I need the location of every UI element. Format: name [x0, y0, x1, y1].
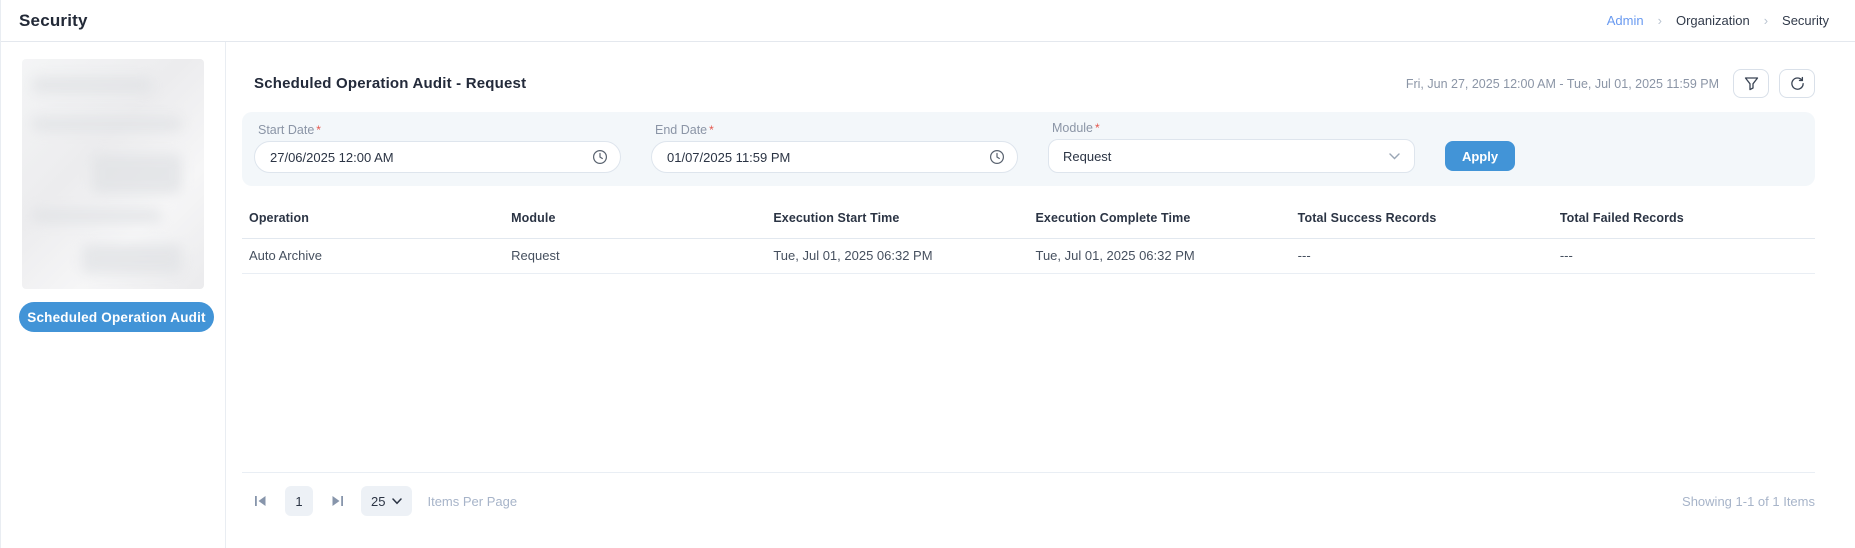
- module-label: Module*: [1052, 121, 1415, 135]
- cell-total-failed-records: ---: [1553, 239, 1815, 273]
- column-header-total-success-records: Total Success Records: [1291, 197, 1553, 238]
- page-number-button[interactable]: 1: [285, 486, 313, 516]
- funnel-icon: [1744, 76, 1759, 91]
- page-title: Security: [19, 11, 88, 31]
- start-date-label: Start Date*: [258, 123, 621, 137]
- cell-module: Request: [504, 239, 766, 273]
- sidebar: Scheduled Operation Audit: [1, 42, 226, 548]
- chevron-right-icon: ›: [1764, 13, 1768, 28]
- breadcrumb-admin[interactable]: Admin: [1607, 13, 1644, 28]
- module-select[interactable]: Request: [1048, 139, 1415, 173]
- last-page-icon: [330, 495, 344, 510]
- report-preview-thumbnail[interactable]: [22, 59, 204, 289]
- pagination-bar: 1 25: [242, 472, 1815, 516]
- blurred-content: [92, 154, 182, 194]
- cell-execution-complete-time: Tue, Jul 01, 2025 06:32 PM: [1028, 239, 1290, 273]
- required-asterisk: *: [709, 123, 714, 137]
- blurred-content: [32, 209, 162, 223]
- main-area: Scheduled Operation Audit Scheduled Oper…: [1, 42, 1855, 548]
- content-header: Scheduled Operation Audit - Request Fri,…: [242, 69, 1815, 98]
- first-page-button[interactable]: [252, 493, 270, 509]
- blurred-content: [82, 244, 182, 274]
- filter-button[interactable]: [1733, 69, 1769, 98]
- last-page-button[interactable]: [328, 493, 346, 509]
- cell-total-success-records: ---: [1291, 239, 1553, 273]
- audit-table: Operation Module Execution Start Time Ex…: [242, 197, 1815, 274]
- column-header-execution-complete-time: Execution Complete Time: [1028, 197, 1290, 238]
- topbar: Security Admin › Organization › Security: [1, 0, 1855, 42]
- required-asterisk: *: [1095, 121, 1100, 135]
- column-header-operation: Operation: [242, 197, 504, 238]
- breadcrumb-security: Security: [1782, 13, 1829, 28]
- breadcrumb: Admin › Organization › Security: [1607, 13, 1829, 28]
- column-header-execution-start-time: Execution Start Time: [766, 197, 1028, 238]
- first-page-icon: [254, 495, 268, 510]
- content-panel: Scheduled Operation Audit - Request Fri,…: [226, 42, 1855, 548]
- end-date-label-text: End Date: [655, 123, 707, 137]
- section-title: Scheduled Operation Audit - Request: [254, 75, 526, 92]
- blurred-content: [32, 77, 152, 93]
- end-date-label: End Date*: [655, 123, 1018, 137]
- end-date-input[interactable]: [651, 141, 1018, 173]
- start-date-label-text: Start Date: [258, 123, 314, 137]
- column-header-total-failed-records: Total Failed Records: [1553, 197, 1815, 238]
- page-size-value: 25: [371, 494, 385, 509]
- applied-date-range: Fri, Jun 27, 2025 12:00 AM - Tue, Jul 01…: [1406, 77, 1719, 91]
- pagination-summary: Showing 1-1 of 1 Items: [1682, 494, 1815, 509]
- table-header-row: Operation Module Execution Start Time Ex…: [242, 197, 1815, 239]
- filter-panel: Start Date* End Date*: [242, 112, 1815, 186]
- start-date-input[interactable]: [254, 141, 621, 173]
- blurred-content: [32, 117, 182, 131]
- module-field: Module* Request: [1048, 121, 1415, 173]
- required-asterisk: *: [316, 123, 321, 137]
- module-select-value: Request: [1063, 149, 1111, 164]
- table-row[interactable]: Auto Archive Request Tue, Jul 01, 2025 0…: [242, 239, 1815, 274]
- chevron-right-icon: ›: [1658, 13, 1662, 28]
- start-date-field: Start Date*: [254, 123, 621, 173]
- end-date-field: End Date*: [651, 123, 1018, 173]
- page-size-select[interactable]: 25: [361, 486, 412, 516]
- pagination-controls: 1 25: [252, 486, 517, 516]
- cell-operation: Auto Archive: [242, 239, 504, 273]
- items-per-page-label: Items Per Page: [427, 494, 517, 509]
- apply-button[interactable]: Apply: [1445, 141, 1515, 171]
- refresh-button[interactable]: [1779, 69, 1815, 98]
- scheduled-operation-audit-button[interactable]: Scheduled Operation Audit: [19, 302, 214, 332]
- column-header-module: Module: [504, 197, 766, 238]
- cell-execution-start-time: Tue, Jul 01, 2025 06:32 PM: [766, 239, 1028, 273]
- chevron-down-icon: [392, 498, 402, 505]
- breadcrumb-organization[interactable]: Organization: [1676, 13, 1750, 28]
- chevron-down-icon: [1389, 153, 1400, 160]
- header-actions: Fri, Jun 27, 2025 12:00 AM - Tue, Jul 01…: [1406, 69, 1815, 98]
- refresh-icon: [1790, 76, 1805, 91]
- module-label-text: Module: [1052, 121, 1093, 135]
- table-empty-space: [242, 274, 1815, 472]
